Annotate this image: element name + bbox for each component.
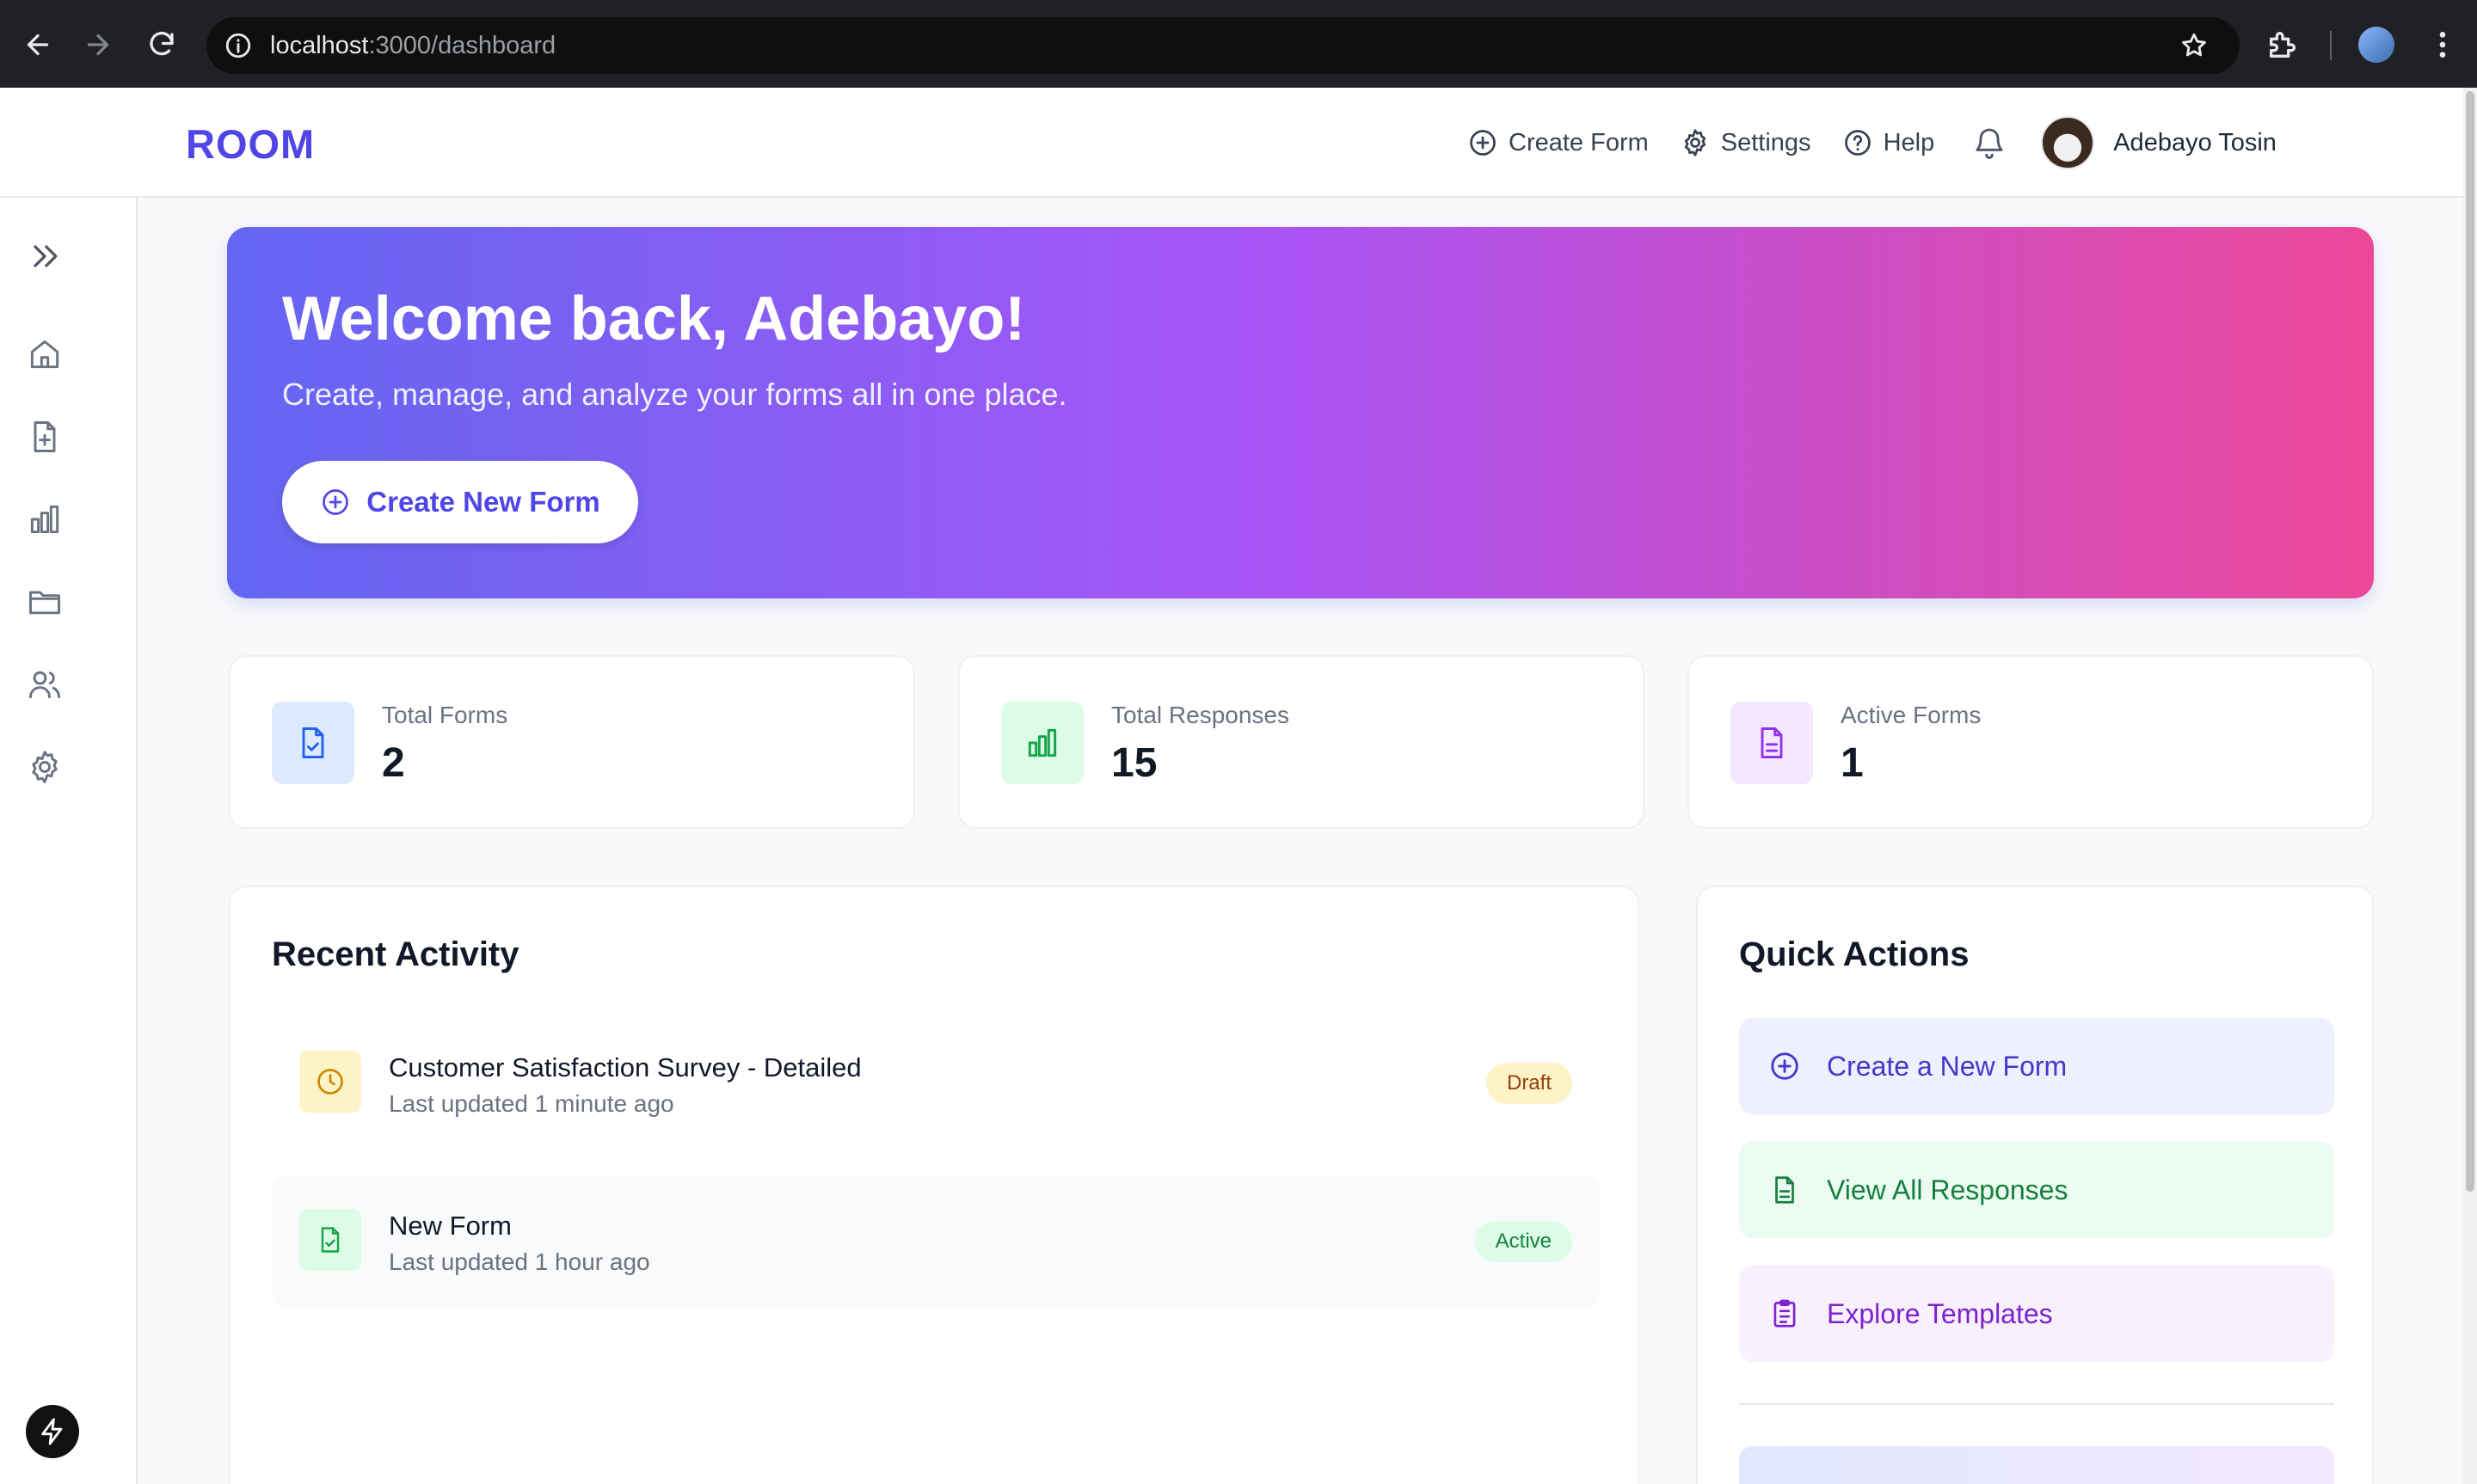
url-text: localhost:3000/dashboard <box>270 32 556 60</box>
plus-circle-icon <box>1771 1052 1798 1080</box>
stat-icon-box <box>1001 702 1084 784</box>
clock-icon <box>317 1069 343 1095</box>
arrow-left-icon <box>27 34 49 56</box>
file-plus-icon <box>34 421 56 452</box>
scrollbar-thumb[interactable] <box>2466 91 2474 1192</box>
create-new-form-button[interactable]: Create New Form <box>282 461 638 543</box>
quick-actions-title: Quick Actions <box>1739 935 1970 973</box>
brand-logo[interactable]: ROOM <box>186 120 315 168</box>
create-new-form-label: Create New Form <box>366 486 600 518</box>
quick-action-explore-templates[interactable]: Explore Templates <box>1739 1266 2334 1362</box>
users-icon <box>29 671 60 699</box>
plus-circle-icon <box>323 489 349 515</box>
file-check-icon <box>321 1227 340 1253</box>
divider <box>1739 1403 2334 1405</box>
sidebar-item-home[interactable] <box>26 335 64 373</box>
stat-label: Active Forms <box>1841 702 1982 728</box>
home-icon <box>30 340 59 369</box>
url-host: localhost <box>270 31 369 59</box>
bell-icon[interactable] <box>1972 126 2007 160</box>
help-link[interactable]: Help <box>1842 127 1935 158</box>
sidebar-item-settings[interactable] <box>26 748 64 786</box>
dev-tools-button[interactable] <box>26 1405 79 1458</box>
stat-value: 1 <box>1841 740 1864 786</box>
quick-action-label: Create a New Form <box>1827 1050 2068 1082</box>
activity-icon-box <box>299 1209 361 1271</box>
browser-profile-avatar[interactable] <box>2358 27 2394 63</box>
back-button[interactable] <box>12 19 64 71</box>
stat-value: 15 <box>1111 740 1158 786</box>
gear-icon <box>32 751 58 783</box>
stat-icon-box <box>272 702 354 784</box>
stat-card-total-forms: Total Forms 2 <box>229 655 915 829</box>
create-form-link[interactable]: Create Form <box>1467 127 1649 158</box>
activity-timestamp: Last updated 1 minute ago <box>389 1090 674 1117</box>
site-info-icon[interactable] <box>224 31 253 60</box>
create-form-label: Create Form <box>1509 128 1649 156</box>
stat-value: 2 <box>382 740 405 786</box>
url-path: :3000/dashboard <box>368 31 556 59</box>
forward-button[interactable] <box>72 19 124 71</box>
sidebar-item-users[interactable] <box>26 665 64 703</box>
welcome-title: Welcome back, Adebayo! <box>282 285 1026 353</box>
sidebar <box>0 198 138 1484</box>
user-name[interactable]: Adebayo Tosin <box>2113 129 2277 157</box>
reload-icon <box>150 32 174 56</box>
lightning-icon <box>41 1418 63 1445</box>
activity-title: New Form <box>389 1211 512 1241</box>
extensions-icon[interactable] <box>2265 28 2300 62</box>
stat-label: Total Responses <box>1111 702 1290 728</box>
quick-action-view-responses[interactable]: View All Responses <box>1739 1142 2334 1238</box>
sidebar-item-new-form[interactable] <box>26 418 64 456</box>
plus-circle-icon <box>1470 130 1496 156</box>
stat-card-active-forms: Active Forms 1 <box>1687 655 2374 829</box>
header-nav: Create Form Settings Help Adebayo Tosin <box>1467 88 2277 198</box>
welcome-subtitle: Create, manage, and analyze your forms a… <box>282 377 1067 412</box>
help-card[interactable] <box>1739 1446 2334 1484</box>
sidebar-expand-button[interactable] <box>26 237 64 275</box>
activity-item[interactable]: New Form Last updated 1 hour ago Active <box>272 1176 1600 1307</box>
folder-icon <box>29 591 60 615</box>
bookmark-star-icon[interactable] <box>2179 31 2209 60</box>
app-header: ROOM Create Form Settings Help Adebayo T… <box>0 88 2463 198</box>
quick-action-label: Explore Templates <box>1827 1297 2053 1329</box>
gear-icon <box>1684 129 1706 156</box>
sidebar-item-folders[interactable] <box>26 583 64 621</box>
quick-actions-panel: Quick Actions Create a New Form View All… <box>1696 886 2374 1484</box>
arrow-right-icon <box>87 34 109 56</box>
activity-icon-box <box>299 1051 361 1113</box>
status-badge: Draft <box>1485 1063 1572 1104</box>
stat-card-total-responses: Total Responses 15 <box>958 655 1644 829</box>
chevrons-right-icon <box>34 245 58 267</box>
bar-chart-icon <box>30 505 59 534</box>
browser-chrome: localhost:3000/dashboard <box>0 0 2477 88</box>
quick-action-label: View All Responses <box>1827 1174 2068 1205</box>
file-text-icon <box>1775 1176 1794 1204</box>
clipboard-list-icon <box>1773 1299 1796 1328</box>
stat-label: Total Forms <box>382 702 508 728</box>
sidebar-item-analytics[interactable] <box>26 500 64 538</box>
settings-link[interactable]: Settings <box>1680 127 1811 158</box>
file-text-icon <box>1761 727 1783 758</box>
help-label: Help <box>1883 128 1935 156</box>
recent-activity-title: Recent Activity <box>272 935 519 973</box>
welcome-banner: Welcome back, Adebayo! Create, manage, a… <box>227 227 2374 598</box>
quick-action-create-form[interactable]: Create a New Form <box>1739 1018 2334 1114</box>
activity-title: Customer Satisfaction Survey - Detailed <box>389 1052 862 1082</box>
activity-item[interactable]: Customer Satisfaction Survey - Detailed … <box>272 1018 1600 1149</box>
help-circle-icon <box>1844 130 1871 156</box>
recent-activity-panel: Recent Activity Customer Satisfaction Su… <box>229 886 1639 1484</box>
activity-timestamp: Last updated 1 hour ago <box>389 1248 650 1275</box>
reload-button[interactable] <box>136 19 187 71</box>
user-avatar[interactable] <box>2041 116 2095 169</box>
browser-menu-icon[interactable] <box>2425 28 2460 62</box>
address-bar[interactable]: localhost:3000/dashboard <box>206 17 2240 74</box>
bar-chart-icon <box>1028 728 1057 757</box>
file-check-icon <box>302 727 324 758</box>
status-badge: Active <box>1474 1221 1572 1262</box>
stat-icon-box <box>1730 702 1813 784</box>
settings-label: Settings <box>1720 128 1811 156</box>
toolbar-separator <box>2330 31 2332 60</box>
